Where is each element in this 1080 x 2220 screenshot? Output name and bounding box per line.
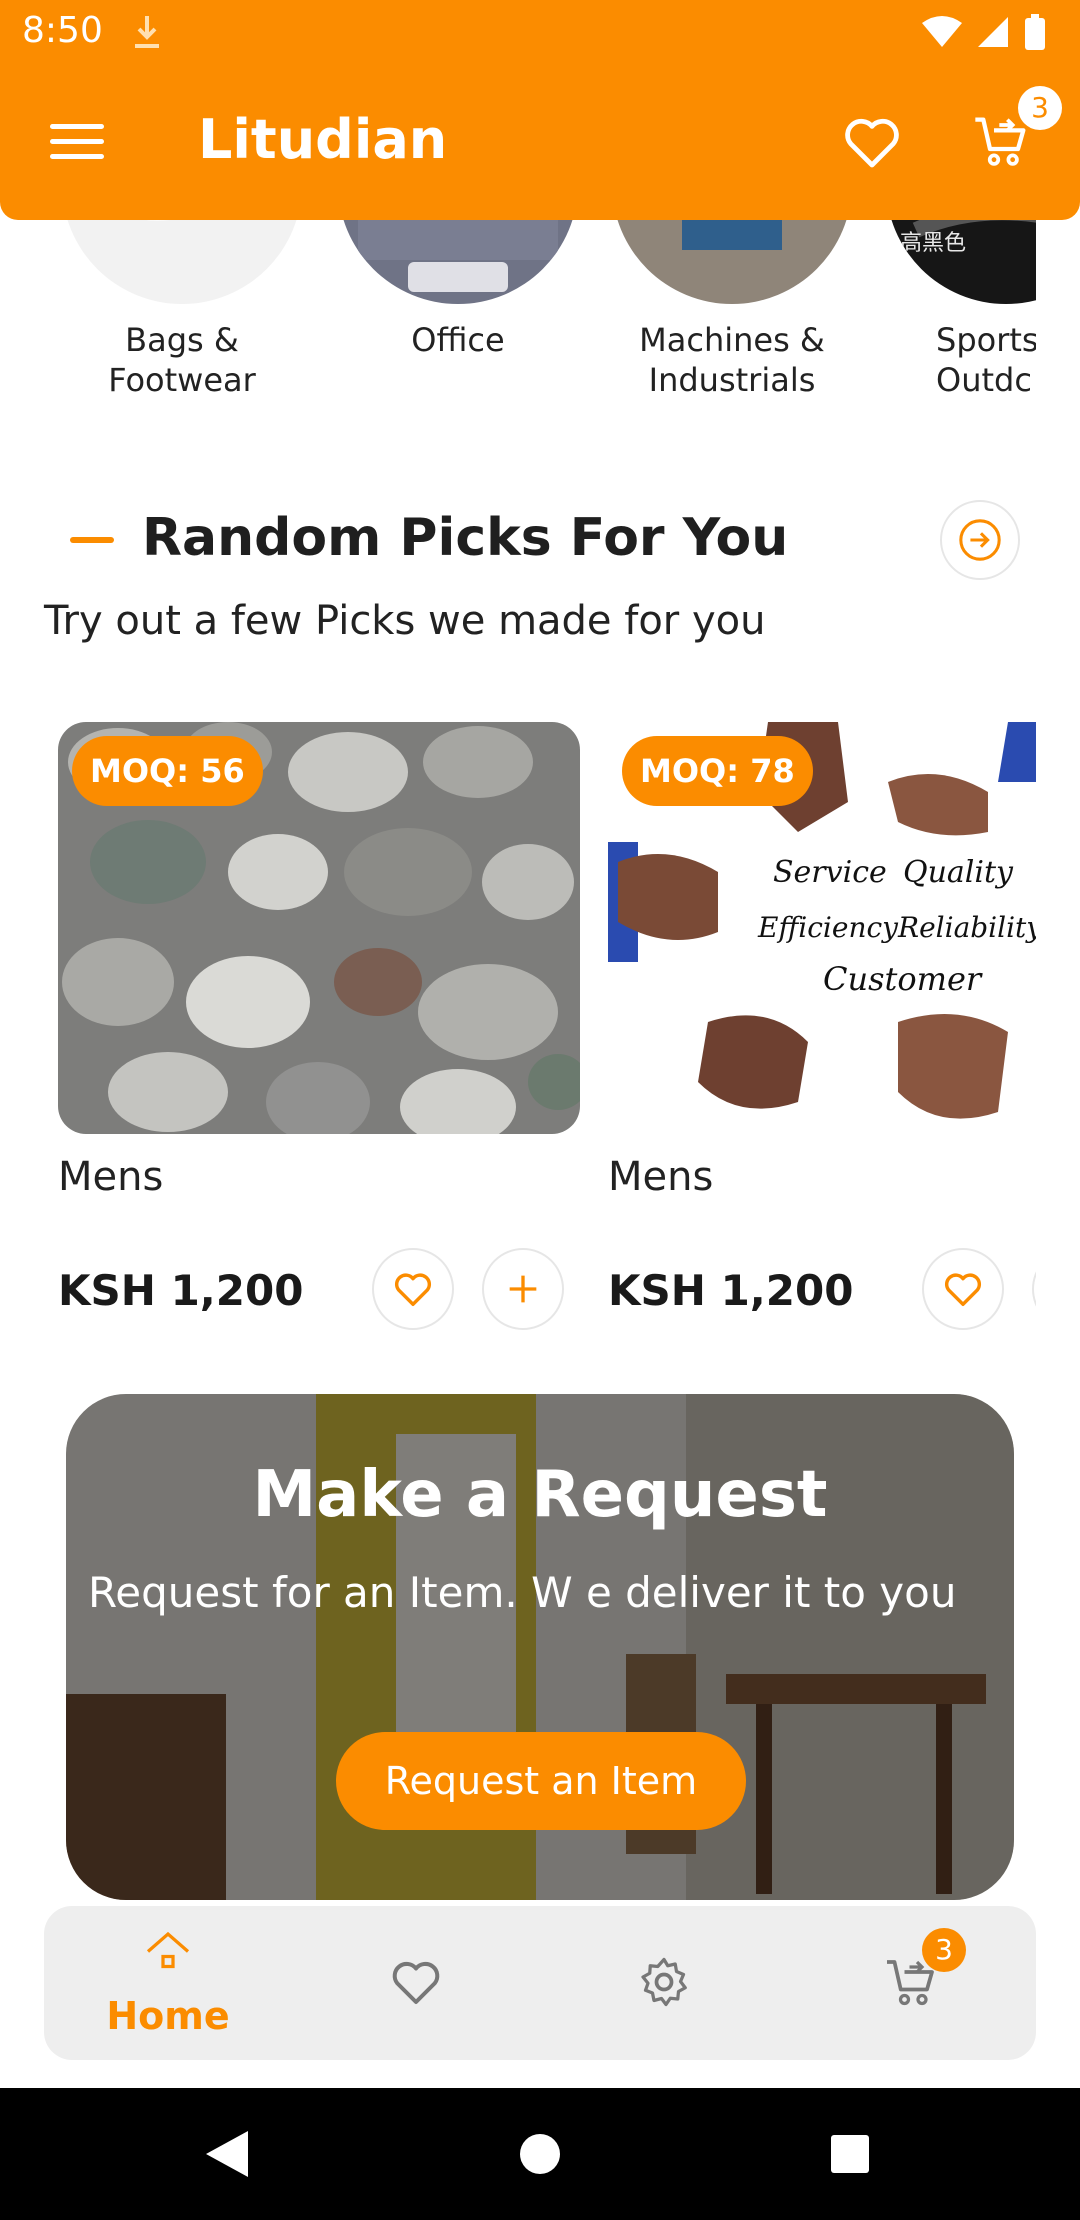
heart-icon	[392, 1961, 440, 2004]
moq-badge: MOQ: 78	[622, 736, 813, 806]
add-to-wishlist-button[interactable]	[372, 1248, 454, 1330]
system-navigation-bar	[0, 2088, 1080, 2220]
image-word-customer: Customer	[823, 960, 983, 998]
image-word-efficiency: Efficiency	[757, 911, 899, 944]
recents-icon[interactable]	[830, 2134, 870, 2174]
back-icon[interactable]	[204, 2129, 250, 2179]
arrow-right-circle-icon	[959, 519, 1001, 561]
home-icon	[146, 1931, 190, 1969]
image-word-quality: Quality	[903, 855, 1014, 890]
product-card[interactable]: Service Quality Efficiency Reliability C…	[608, 722, 1036, 1330]
heart-icon	[395, 1273, 431, 1307]
add-to-cart-button[interactable]	[1032, 1248, 1036, 1330]
heart-icon	[945, 1273, 981, 1307]
app-title: Litudian	[198, 108, 448, 171]
section-accent-dash	[70, 537, 114, 543]
nav-wishlist[interactable]	[292, 1906, 540, 2060]
gear-icon	[641, 1957, 687, 2007]
category-label: Office	[411, 321, 505, 359]
toolbar: Litudian 3	[0, 64, 1080, 220]
section-title: Random Picks For You	[142, 508, 789, 568]
product-image[interactable]: Service Quality Efficiency Reliability C…	[608, 722, 1036, 1134]
product-name: Mens	[58, 1154, 164, 1200]
signal-icon	[978, 17, 1008, 47]
add-to-wishlist-button[interactable]	[922, 1248, 1004, 1330]
status-time: 8:50	[22, 10, 103, 51]
request-banner: Make a Request Request for an Item. W e …	[66, 1394, 1014, 1900]
app-bar: 8:50 Litudian 3	[0, 0, 1080, 220]
home-circle-icon[interactable]	[519, 2133, 561, 2175]
plus-icon	[509, 1275, 537, 1303]
nav-home-label: Home	[106, 1994, 230, 2038]
nav-settings[interactable]	[540, 1906, 788, 2060]
product-card[interactable]: MOQ: 56 Mens KSH 1,200	[58, 722, 580, 1330]
status-icons	[922, 14, 1046, 50]
category-label: Sports Outdc	[936, 321, 1036, 399]
wifi-icon	[922, 16, 962, 47]
product-name: Mens	[608, 1154, 714, 1200]
request-item-button[interactable]: Request an Item	[336, 1732, 746, 1830]
status-bar: 8:50	[0, 0, 1080, 64]
nav-cart[interactable]: 3	[788, 1906, 1036, 2060]
see-all-button[interactable]	[940, 500, 1020, 580]
svg-text:高黑色: 高黑色	[900, 231, 966, 256]
nav-home[interactable]: Home	[44, 1906, 292, 2060]
banner-subtitle: Request for an Item. W e deliver it to y…	[88, 1568, 957, 1617]
banner-title: Make a Request	[252, 1458, 828, 1532]
bottom-navigation: Home 3	[44, 1906, 1036, 2060]
product-price: KSH 1,200	[608, 1266, 854, 1315]
product-price: KSH 1,200	[58, 1266, 304, 1315]
add-to-cart-button[interactable]	[482, 1248, 564, 1330]
cart-badge: 3	[1018, 86, 1062, 130]
battery-icon	[1025, 14, 1045, 50]
section-subtitle: Try out a few Picks we made for you	[44, 598, 766, 644]
wishlist-heart-icon[interactable]	[840, 109, 904, 173]
image-word-service: Service	[773, 855, 887, 890]
nav-cart-badge: 3	[922, 1928, 966, 1972]
image-word-reliability: Reliability	[897, 911, 1036, 944]
product-image[interactable]: MOQ: 56	[58, 722, 580, 1134]
category-label: Machines & Industrials	[639, 321, 825, 399]
category-label: Bags & Footwear	[108, 321, 256, 399]
product-carousel[interactable]: MOQ: 56 Mens KSH 1,200 Service Quality E…	[0, 722, 1036, 1342]
moq-badge: MOQ: 56	[72, 736, 263, 806]
menu-icon[interactable]	[50, 124, 104, 160]
download-icon	[135, 16, 159, 48]
